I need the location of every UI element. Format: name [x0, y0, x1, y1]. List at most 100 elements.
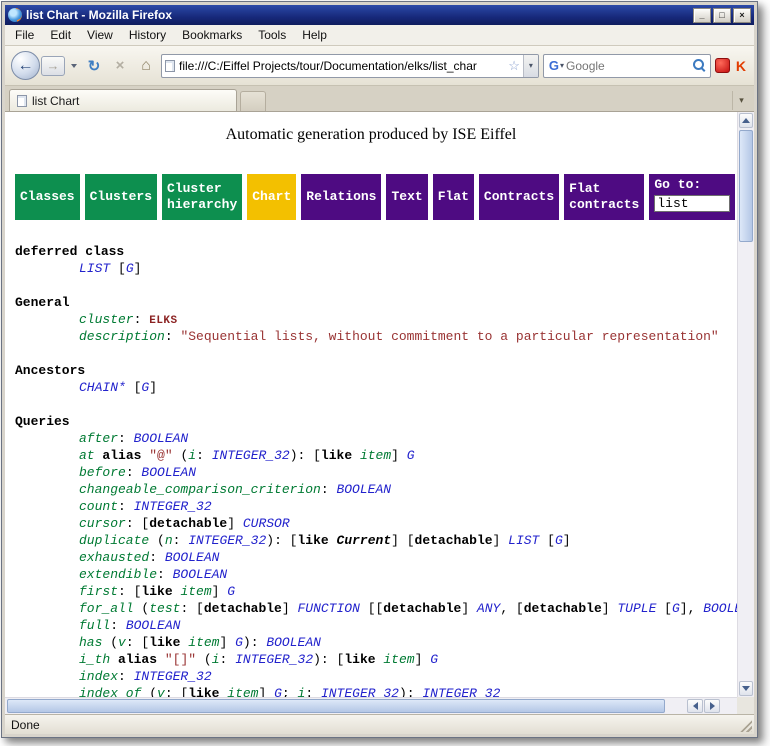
- status-text: Done: [11, 718, 40, 732]
- menu-help[interactable]: Help: [294, 25, 335, 45]
- goto-block: Go to:: [649, 174, 735, 220]
- eiffel-nav-button-label: Flat contracts: [569, 181, 639, 212]
- url-dropdown-button[interactable]: ▾: [523, 55, 538, 77]
- triangle-down-icon: [742, 686, 750, 691]
- browser-window: list Chart - Mozilla Firefox _ □ × File …: [1, 1, 758, 738]
- triangle-right-icon: [710, 702, 715, 710]
- menu-view[interactable]: View: [79, 25, 121, 45]
- eiffel-nav-button-label: Chart: [252, 189, 291, 205]
- bookmark-star-icon[interactable]: ☆: [505, 58, 523, 74]
- horizontal-scrollbar[interactable]: [5, 697, 737, 714]
- code-line: cluster: ELKS: [15, 312, 737, 329]
- code-line: at alias "@" (i: INTEGER_32): [like item…: [15, 448, 737, 465]
- search-input[interactable]: [566, 59, 692, 73]
- refresh-icon: ↻: [88, 57, 101, 75]
- code-line: [15, 346, 737, 363]
- eiffel-nav-button-label: Flat: [438, 189, 469, 205]
- menu-history[interactable]: History: [121, 25, 174, 45]
- home-icon: ⌂: [141, 57, 151, 75]
- tab-label: list Chart: [32, 94, 79, 108]
- refresh-button[interactable]: ↻: [83, 55, 105, 77]
- eiffel-nav-button[interactable]: Classes: [15, 174, 80, 220]
- title-bar[interactable]: list Chart - Mozilla Firefox _ □ ×: [5, 5, 754, 25]
- scroll-down-button[interactable]: [739, 681, 753, 696]
- menu-bar: File Edit View History Bookmarks Tools H…: [5, 25, 754, 46]
- status-bar: Done: [5, 714, 754, 734]
- eiffel-nav-button[interactable]: Text: [386, 174, 427, 220]
- tab-list-chart[interactable]: list Chart: [9, 89, 237, 111]
- page-title: Automatic generation produced by ISE Eif…: [5, 112, 737, 144]
- resize-grip[interactable]: [739, 719, 752, 732]
- navigation-toolbar: ← → ↻ × ⌂ ☆ ▾ G ▾ K: [5, 46, 754, 86]
- browser-content: Automatic generation produced by ISE Eif…: [5, 112, 754, 714]
- code-line: has (v: [like item] G): BOOLEAN: [15, 635, 737, 652]
- code-line: i_th alias "[]" (i: INTEGER_32): [like i…: [15, 652, 737, 669]
- list-all-tabs-button[interactable]: ▾: [732, 91, 750, 110]
- eiffel-nav-row: Classes ClustersCluster hierarchy Chart Rel…: [15, 174, 733, 220]
- code-line: cursor: [detachable] CURSOR: [15, 516, 737, 533]
- eiffel-nav-button-label: Relations: [306, 189, 376, 205]
- triangle-left-icon: [693, 702, 698, 710]
- code-line: count: INTEGER_32: [15, 499, 737, 516]
- eiffel-nav-button[interactable]: Clusters: [85, 174, 157, 220]
- search-bar[interactable]: G ▾: [543, 54, 711, 78]
- code-line: LIST [G]: [15, 261, 737, 278]
- code-line: description: "Sequential lists, without …: [15, 329, 737, 346]
- home-button[interactable]: ⌂: [135, 55, 157, 77]
- scroll-left-button[interactable]: [687, 699, 703, 713]
- vertical-scroll-thumb[interactable]: [739, 130, 753, 242]
- stop-icon: ×: [116, 57, 125, 74]
- code-line: duplicate (n: INTEGER_32): [like Current…: [15, 533, 737, 550]
- kaspersky-icon[interactable]: K: [734, 58, 748, 74]
- code-area: deferred classLIST [G] Generalcluster: E…: [5, 220, 737, 697]
- eiffel-nav-button-label: Classes: [20, 189, 75, 205]
- code-line: General: [15, 295, 737, 312]
- back-icon: ←: [18, 57, 34, 75]
- code-line: [15, 397, 737, 414]
- code-line: [15, 278, 737, 295]
- scrollbar-corner: [737, 697, 754, 714]
- code-line: index_of (v: [like item] G; i: INTEGER_3…: [15, 686, 737, 697]
- eiffel-nav-button[interactable]: Cluster hierarchy: [162, 174, 242, 220]
- code-line: deferred class: [15, 244, 737, 261]
- code-line: first: [like item] G: [15, 584, 737, 601]
- stop-button[interactable]: ×: [109, 55, 131, 77]
- addon-icon-red[interactable]: [715, 58, 730, 73]
- eiffel-nav-button-label: Go to:: [654, 177, 701, 193]
- back-button[interactable]: ←: [11, 51, 40, 80]
- chevron-down-icon: ▾: [529, 61, 533, 70]
- eiffel-nav-button[interactable]: Contracts: [479, 174, 559, 220]
- page-icon: [165, 60, 175, 72]
- url-input[interactable]: [175, 59, 505, 73]
- goto-input[interactable]: [654, 195, 730, 212]
- forward-button[interactable]: →: [41, 56, 65, 76]
- menu-edit[interactable]: Edit: [42, 25, 79, 45]
- code-line: before: BOOLEAN: [15, 465, 737, 482]
- triangle-up-icon: [742, 118, 750, 123]
- eiffel-nav-button[interactable]: Flat: [433, 174, 474, 220]
- history-dropdown-icon[interactable]: [71, 64, 77, 68]
- eiffel-nav-button-label: Text: [391, 189, 422, 205]
- menu-file[interactable]: File: [7, 25, 42, 45]
- menu-tools[interactable]: Tools: [250, 25, 294, 45]
- horizontal-scroll-thumb[interactable]: [7, 699, 665, 713]
- close-button[interactable]: ×: [733, 8, 751, 23]
- vertical-scrollbar[interactable]: [737, 112, 754, 697]
- menu-bookmarks[interactable]: Bookmarks: [174, 25, 250, 45]
- tab-strip-button[interactable]: [240, 91, 266, 111]
- eiffel-nav-button[interactable]: Flat contracts: [564, 174, 644, 220]
- page-viewport: Automatic generation produced by ISE Eif…: [5, 112, 737, 697]
- code-line: changeable_comparison_criterion: BOOLEAN: [15, 482, 737, 499]
- maximize-button[interactable]: □: [713, 8, 731, 23]
- code-line: extendible: BOOLEAN: [15, 567, 737, 584]
- code-line: for_all (test: [detachable] FUNCTION [[d…: [15, 601, 737, 618]
- google-logo-icon[interactable]: G: [547, 58, 560, 73]
- scroll-right-button[interactable]: [704, 699, 720, 713]
- minimize-button[interactable]: _: [693, 8, 711, 23]
- scroll-up-button[interactable]: [739, 113, 753, 128]
- url-bar[interactable]: ☆ ▾: [161, 54, 539, 78]
- eiffel-nav-button[interactable]: Relations: [301, 174, 381, 220]
- chevron-down-icon: ▾: [739, 95, 744, 106]
- search-icon[interactable]: [692, 58, 707, 73]
- eiffel-nav-button[interactable]: Chart: [247, 174, 296, 220]
